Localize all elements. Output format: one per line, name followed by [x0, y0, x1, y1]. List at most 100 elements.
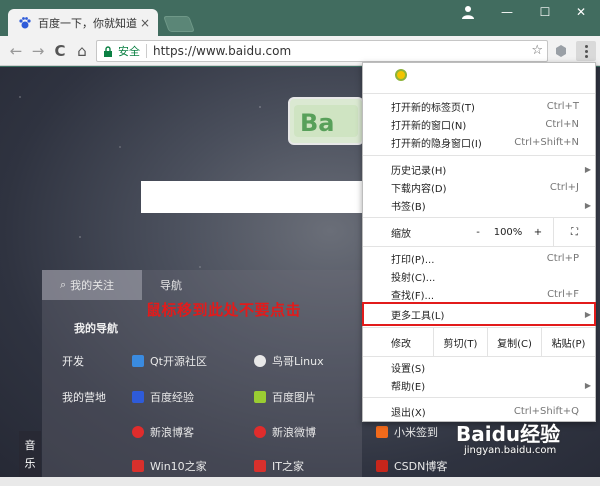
menu-new-tab[interactable]: 打开新的标签页(T) Ctrl+T	[363, 97, 595, 115]
bookmark-star-icon[interactable]: ☆	[531, 43, 543, 58]
music-button[interactable]: 音 乐	[19, 431, 41, 477]
menu-dot-icon	[584, 44, 588, 48]
menu-item-label: 更多工具(L)	[391, 310, 445, 322]
user-profile-icon[interactable]	[460, 4, 476, 20]
link-baidu-images[interactable]: 百度图片	[254, 389, 316, 405]
menu-more-tools[interactable]: 更多工具(L) ▶	[362, 302, 596, 326]
menu-item-label: 打开新的窗口(N)	[391, 120, 467, 132]
extension-badge-icon[interactable]	[395, 69, 407, 81]
tab-close-icon[interactable]: ×	[140, 16, 150, 30]
menu-bookmarks[interactable]: 书签(B) ▶	[363, 196, 595, 214]
link-label: 新浪微博	[272, 426, 316, 439]
extension-icon[interactable]	[554, 44, 568, 58]
tab-my-follow[interactable]: ⌕ 我的关注	[42, 270, 142, 300]
row-label-camp: 我的营地	[62, 391, 106, 404]
link-label: Win10之家	[150, 460, 207, 473]
baidu-doodle-logo[interactable]: Ba	[288, 97, 364, 145]
menu-downloads[interactable]: 下载内容(D) Ctrl+J	[363, 178, 595, 196]
ithome-icon	[132, 460, 144, 472]
link-label: 百度经验	[150, 391, 194, 404]
menu-print[interactable]: 打印(P)... Ctrl+P	[363, 249, 595, 267]
home-button[interactable]: ⌂	[72, 41, 92, 61]
menu-zoom-row: 缩放 - 100% + ⛶	[363, 218, 595, 246]
paste-button[interactable]: 粘贴(P)	[541, 328, 595, 356]
zoom-out-button[interactable]: -	[463, 218, 493, 246]
menu-help[interactable]: 帮助(E) ▶	[363, 376, 595, 394]
browser-tab[interactable]: 百度一下，你就知道 ×	[8, 9, 158, 36]
search-small-icon: ⌕	[60, 278, 67, 291]
menu-cast[interactable]: 投射(C)...	[363, 267, 595, 285]
link-niaoge[interactable]: 鸟哥Linux	[254, 353, 324, 369]
menu-item-label: 书签(B)	[391, 201, 426, 213]
link-sina-weibo[interactable]: 新浪微博	[254, 424, 316, 440]
csdn-icon	[376, 460, 388, 472]
link-xiaomi-signin[interactable]: 小米签到	[376, 424, 438, 440]
menu-shortcut: Ctrl+P	[546, 252, 579, 264]
menu-new-incognito[interactable]: 打开新的隐身窗口(I) Ctrl+Shift+N	[363, 133, 595, 151]
menu-divider	[363, 397, 595, 398]
annotation-text: 鼠标移到此处不要点击	[146, 301, 302, 319]
link-sina-blog[interactable]: 新浪博客	[132, 424, 194, 440]
link-label: IT之家	[272, 460, 304, 473]
search-input[interactable]	[141, 181, 367, 213]
menu-shortcut: Ctrl+Shift+Q	[513, 405, 579, 417]
weibo-icon	[132, 426, 144, 438]
link-label: CSDN博客	[394, 460, 448, 473]
menu-shortcut: Ctrl+Shift+N	[514, 136, 579, 148]
fullscreen-icon[interactable]: ⛶	[553, 218, 595, 246]
forward-button[interactable]: →	[28, 41, 48, 61]
new-tab-button[interactable]	[163, 16, 195, 32]
url-text[interactable]: https://www.baidu.com	[153, 44, 291, 58]
menu-dot-icon	[584, 49, 588, 53]
chrome-menu-button[interactable]	[576, 41, 596, 61]
menu-item-label: 打开新的标签页(T)	[391, 102, 475, 114]
maximize-button[interactable]: ☐	[526, 0, 564, 24]
menu-shortcut: Ctrl+J	[549, 181, 579, 193]
menu-item-label: 打印(P)...	[391, 254, 435, 266]
cut-button[interactable]: 剪切(T)	[433, 328, 487, 356]
zoom-in-button[interactable]: +	[523, 218, 553, 246]
music-label: 音	[24, 439, 36, 452]
back-button[interactable]: ←	[6, 41, 26, 61]
music-label: 乐	[24, 457, 36, 470]
menu-item-label: 下载内容(D)	[391, 183, 447, 195]
lock-icon	[104, 45, 112, 57]
secure-label: 安全	[118, 45, 140, 58]
menu-new-window[interactable]: 打开新的窗口(N) Ctrl+N	[363, 115, 595, 133]
close-window-button[interactable]: ✕	[562, 0, 600, 24]
baidu-paw-icon	[132, 391, 144, 403]
link-ithome[interactable]: IT之家	[254, 458, 304, 474]
menu-edit-row: 修改 剪切(T) 复制(C) 粘贴(P)	[363, 328, 595, 356]
weibo-icon	[254, 426, 266, 438]
menu-item-label: 历史记录(H)	[391, 165, 447, 177]
title-bar: 百度一下，你就知道 × — ☐ ✕	[0, 0, 600, 36]
link-qt[interactable]: Qt开源社区	[132, 353, 207, 369]
address-bar[interactable]: 安全 https://www.baidu.com ☆	[96, 40, 548, 62]
link-win10[interactable]: Win10之家	[132, 458, 207, 474]
reload-button[interactable]: C	[50, 41, 70, 61]
ithome-icon	[254, 460, 266, 472]
link-baidu-jingyan[interactable]: 百度经验	[132, 389, 194, 405]
link-csdn[interactable]: CSDN博客	[376, 458, 447, 474]
link-label: Qt开源社区	[150, 355, 207, 368]
menu-item-label: 查找(F)...	[391, 290, 435, 302]
link-label: 百度图片	[272, 391, 316, 404]
minimize-button[interactable]: —	[488, 0, 526, 24]
chrome-main-menu: 打开新的标签页(T) Ctrl+T 打开新的窗口(N) Ctrl+N 打开新的隐…	[362, 62, 596, 422]
menu-settings[interactable]: 设置(S)	[363, 358, 595, 376]
menu-history[interactable]: 历史记录(H) ▶	[363, 160, 595, 178]
copy-button[interactable]: 复制(C)	[487, 328, 541, 356]
submenu-arrow-icon: ▶	[584, 200, 591, 210]
address-divider	[146, 44, 147, 58]
menu-find[interactable]: 查找(F)... Ctrl+F	[363, 285, 595, 303]
submenu-arrow-icon: ▶	[584, 164, 591, 174]
menu-shortcut: Ctrl+F	[547, 288, 579, 300]
baidu-jingyan-watermark: Baidu经验 jingyan.baidu.com	[456, 418, 560, 456]
tab-navigation[interactable]: 导航	[160, 270, 182, 300]
menu-shortcut: Ctrl+T	[546, 100, 579, 112]
horizontal-scrollbar[interactable]	[0, 477, 600, 486]
xiaomi-icon	[376, 426, 388, 438]
watermark-brand: Baidu经验	[456, 422, 561, 446]
zoom-label: 缩放	[391, 228, 411, 240]
menu-item-label: 设置(S)	[391, 363, 426, 375]
